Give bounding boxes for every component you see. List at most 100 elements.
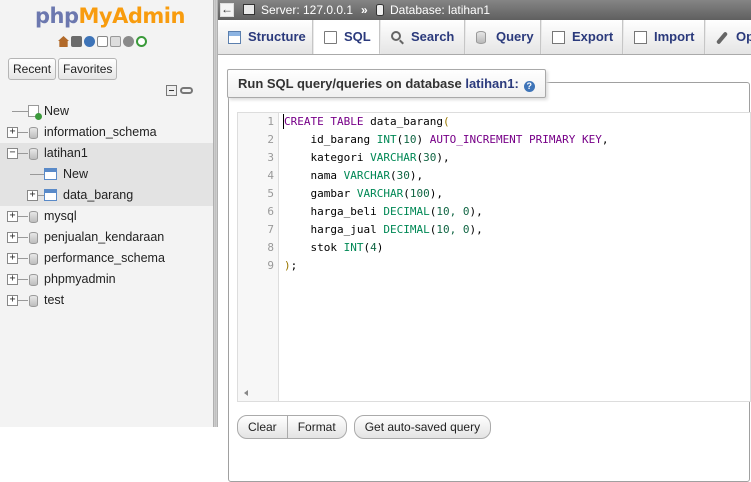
tree-item-penjualan-kendaraan[interactable]: + penjualan_kendaraan xyxy=(0,227,213,248)
tab-label: Query xyxy=(496,29,534,44)
new-database-icon xyxy=(28,105,42,120)
logo-php: php xyxy=(35,4,79,28)
top-menu-tabs: Structure SQL Search Query Export Import… xyxy=(218,20,751,55)
tree-connector xyxy=(18,279,28,280)
code-line: CREATE TABLE data_barang( xyxy=(284,115,450,128)
breadcrumb: ← Server: 127.0.0.1 » Database: latihan1 xyxy=(218,0,751,20)
tab-label: Import xyxy=(654,29,695,44)
tree-item-label: mysql xyxy=(44,209,77,223)
tree-connector xyxy=(30,174,44,175)
home-icon[interactable] xyxy=(58,36,69,47)
phpmyadmin-logo[interactable]: phpMyAdmin xyxy=(35,4,185,28)
collapse-all-icon[interactable] xyxy=(166,85,177,96)
recent-tab[interactable]: Recent xyxy=(8,58,57,80)
tab-label: Structure xyxy=(248,29,306,44)
tab-export[interactable]: Export xyxy=(542,20,623,54)
tree-connector xyxy=(18,258,28,259)
settings-icon[interactable] xyxy=(123,36,134,47)
line-number: 9 xyxy=(267,259,274,272)
tree-item-label: New xyxy=(44,104,70,118)
export-icon xyxy=(552,31,565,44)
code-line: gambar VARCHAR(100), xyxy=(284,187,443,200)
database-icon xyxy=(29,127,38,139)
breadcrumb-server-link[interactable]: Server: 127.0.0.1 xyxy=(261,0,353,20)
tree-item-label: performance_schema xyxy=(44,251,165,265)
query-icon xyxy=(476,31,486,44)
tab-operations[interactable]: Op xyxy=(706,20,751,54)
logo-myadmin: MyAdmin xyxy=(78,4,186,28)
sql-query-legend: Run SQL query/queries on database latiha… xyxy=(227,69,546,98)
database-icon xyxy=(29,211,38,223)
tree-item-information-schema[interactable]: + information_schema xyxy=(0,122,213,143)
tree-connector xyxy=(18,237,28,238)
editor-buttons: Clear Format Get auto-saved query xyxy=(237,415,492,439)
copy-icon[interactable] xyxy=(110,36,121,47)
database-icon xyxy=(29,232,38,244)
tree-connector xyxy=(18,132,28,133)
get-auto-saved-query-button[interactable]: Get auto-saved query xyxy=(353,415,492,439)
logout-icon[interactable] xyxy=(71,36,82,47)
database-icon xyxy=(29,253,38,265)
tab-import[interactable]: Import xyxy=(624,20,705,54)
collapse-navigation-button[interactable]: ← xyxy=(220,3,234,17)
sql-editor[interactable]: 1 2 3 4 5 6 7 8 9 CREATE TABLE data_bara… xyxy=(237,112,751,402)
tree-item-mysql[interactable]: + mysql xyxy=(0,206,213,227)
tree-item-new[interactable]: New xyxy=(0,101,213,122)
help-icon[interactable]: ? xyxy=(523,81,535,92)
server-icon xyxy=(243,4,255,15)
expand-icon[interactable]: + xyxy=(7,232,18,243)
reload-icon[interactable] xyxy=(136,36,147,47)
expand-icon[interactable]: + xyxy=(7,211,18,222)
expand-icon[interactable]: + xyxy=(27,190,38,201)
tree-item-label: New xyxy=(63,167,89,181)
tab-sql[interactable]: SQL xyxy=(314,20,380,54)
tree-item-phpmyadmin[interactable]: + phpmyadmin xyxy=(0,269,213,290)
tree-item-latihan1[interactable]: − latihan1 xyxy=(0,143,213,164)
scroll-left-arrow-icon[interactable] xyxy=(244,390,248,396)
wrench-icon xyxy=(715,31,729,45)
help-icon[interactable] xyxy=(84,36,95,47)
tree-connector xyxy=(18,153,28,154)
code-line: harga_beli DECIMAL(10, 0), xyxy=(284,205,483,218)
code-line: harga_jual DECIMAL(10, 0), xyxy=(284,223,483,236)
expand-icon[interactable]: + xyxy=(7,295,18,306)
tab-label: Op xyxy=(736,29,751,44)
expand-icon[interactable]: + xyxy=(7,274,18,285)
tab-structure[interactable]: Structure xyxy=(218,20,313,54)
line-number: 2 xyxy=(267,133,274,146)
tree-item-performance-schema[interactable]: + performance_schema xyxy=(0,248,213,269)
expand-icon[interactable]: + xyxy=(7,127,18,138)
docs-icon[interactable] xyxy=(97,36,108,47)
format-button[interactable]: Format xyxy=(287,415,347,439)
line-number: 1 xyxy=(267,115,274,128)
legend-text: Run SQL query/queries on database xyxy=(238,76,466,91)
search-icon xyxy=(391,31,401,41)
clear-button[interactable]: Clear xyxy=(237,415,288,439)
favorites-tab[interactable]: Favorites xyxy=(58,58,118,80)
tab-label: SQL xyxy=(344,29,371,44)
line-number: 8 xyxy=(267,241,274,254)
line-number: 7 xyxy=(267,223,274,236)
content-area: Run SQL query/queries on database latiha… xyxy=(218,56,751,482)
nav-tabs: Recent Favorites xyxy=(8,58,118,80)
breadcrumb-database-link[interactable]: Database: latihan1 xyxy=(390,0,490,20)
database-icon xyxy=(376,4,384,16)
main-panel: ← Server: 127.0.0.1 » Database: latihan1… xyxy=(218,0,751,482)
tree-connector xyxy=(12,111,28,112)
tree-item-data-barang[interactable]: + data_barang xyxy=(0,185,213,206)
tree-item-label: information_schema xyxy=(44,125,157,139)
tree-item-test[interactable]: + test xyxy=(0,290,213,311)
database-icon xyxy=(29,274,38,286)
expand-icon[interactable]: + xyxy=(7,253,18,264)
tree-item-label: latihan1 xyxy=(44,146,88,160)
new-table-icon xyxy=(44,168,57,180)
collapse-icon[interactable]: − xyxy=(7,148,18,159)
line-number: 5 xyxy=(267,187,274,200)
tree-item-new-table[interactable]: New xyxy=(0,164,213,185)
code-line: stok INT(4) xyxy=(284,241,384,254)
line-number: 3 xyxy=(267,151,274,164)
tab-query[interactable]: Query xyxy=(466,20,541,54)
tab-search[interactable]: Search xyxy=(381,20,465,54)
link-with-main-panel-icon[interactable] xyxy=(180,87,193,94)
navigation-panel: phpMyAdmin Recent Favorites New + inform… xyxy=(0,0,213,427)
